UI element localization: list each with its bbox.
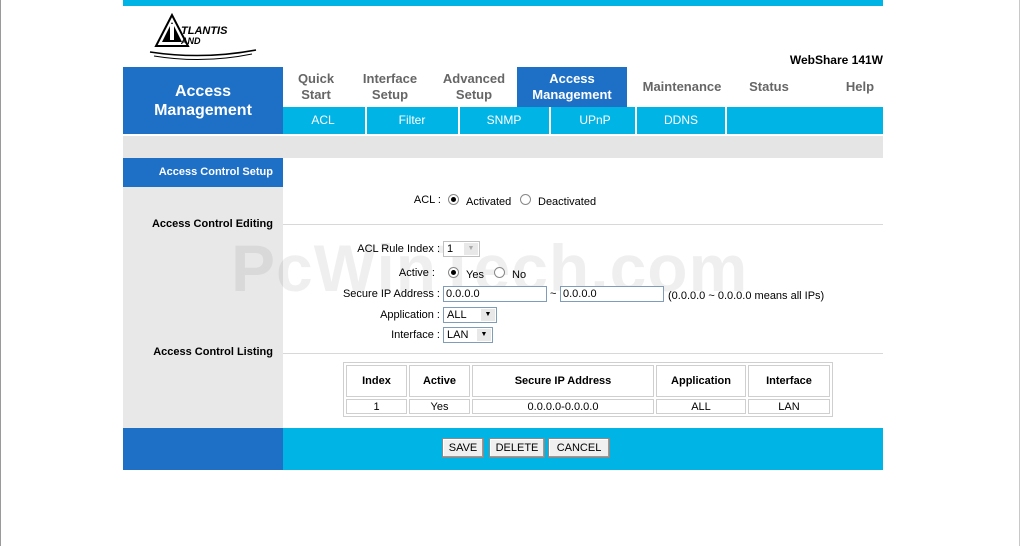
cancel-button[interactable]: CANCEL — [548, 438, 610, 458]
active-label: Active : — [398, 267, 435, 279]
ip-range-hint: (0.0.0.0 ~ 0.0.0.0 means all IPs) — [668, 290, 825, 302]
subtab-ddns[interactable]: DDNS — [637, 107, 725, 134]
tab-label: Quick — [297, 71, 335, 86]
main-navigation: Access Management Quick Start Interface Se… — [123, 67, 883, 134]
tab-label: Access — [549, 71, 595, 86]
section-title-line1: Access — [174, 82, 232, 100]
tab-label: Start — [301, 87, 331, 102]
acl-deactivated-label: Deactivated — [538, 196, 597, 208]
tab-interface-setup[interactable]: Interface Setup — [349, 67, 431, 107]
chevron-down-icon: ▼ — [464, 243, 478, 255]
subtab-acl[interactable]: ACL — [283, 107, 363, 134]
tab-label: Advanced — [442, 71, 506, 86]
window-left-border — [0, 0, 1, 546]
table-header-row: Index Active Secure IP Address Applicati… — [346, 365, 830, 397]
tab-advanced-setup[interactable]: Advanced Setup — [431, 67, 517, 107]
tab-access-management[interactable]: Access Management — [517, 67, 627, 107]
tab-label: Management — [532, 87, 612, 102]
grey-spacer — [123, 136, 883, 158]
section-heading-listing: Access Control Listing — [153, 346, 273, 358]
rule-index-select[interactable]: 1 ▼ — [443, 241, 480, 257]
divider — [283, 224, 883, 225]
top-tabs: Quick Start Interface Setup Advanced Setup … — [283, 67, 883, 107]
acl-listing-table: Index Active Secure IP Address Applicati… — [343, 362, 833, 417]
subtab-divider — [725, 107, 727, 134]
sub-tabs: ACL Filter SNMP UPnP DDNS — [283, 107, 883, 134]
table-cell: Yes — [409, 399, 470, 414]
tab-label: Interface — [362, 71, 418, 86]
tab-label: Setup — [455, 87, 493, 102]
table-cell: 1 — [346, 399, 407, 414]
window-right-border — [1019, 0, 1020, 546]
ip-end-input[interactable]: 0.0.0.0 — [560, 286, 664, 302]
tab-label: Status — [749, 79, 789, 94]
section-heading-editing: Access Control Editing — [151, 218, 273, 230]
subtab-filter[interactable]: Filter — [367, 107, 457, 134]
application-select[interactable]: ALL ▼ — [443, 307, 497, 323]
rule-index-value: 1 — [447, 243, 454, 255]
tab-label: Maintenance — [642, 79, 722, 94]
active-no-radio[interactable] — [494, 267, 505, 278]
chevron-down-icon: ▼ — [477, 329, 491, 341]
tab-status[interactable]: Status — [737, 67, 801, 107]
column-header: Active — [409, 365, 470, 397]
footer-left-panel — [123, 428, 283, 470]
current-section-title: Access Management — [123, 67, 283, 134]
acl-activated-radio[interactable] — [448, 194, 459, 205]
tab-quick-start[interactable]: Quick Start — [283, 67, 349, 107]
chevron-down-icon: ▼ — [481, 309, 495, 321]
column-header: Index — [346, 365, 407, 397]
tab-label: Setup — [371, 87, 409, 102]
header: TLANTIS AND WebShare 141W — [123, 6, 883, 67]
application-label: Application : — [380, 309, 440, 321]
content-area: Access Control Setup Access Control Edit… — [123, 158, 883, 428]
subtab-upnp[interactable]: UPnP — [551, 107, 639, 134]
active-yes-label: Yes — [466, 269, 484, 281]
footer-bar: SAVE DELETE CANCEL — [123, 428, 883, 470]
active-yes-radio[interactable] — [448, 267, 459, 278]
section-title-line2: Management — [154, 101, 252, 119]
acl-deactivated-radio[interactable] — [520, 194, 531, 205]
atlantis-logo: TLANTIS AND — [149, 12, 257, 61]
tab-label: Help — [845, 79, 875, 94]
acl-activated-label: Activated — [466, 196, 512, 208]
column-header: Interface — [748, 365, 830, 397]
table-cell: 0.0.0.0-0.0.0.0 — [472, 399, 654, 414]
router-admin-page: TLANTIS AND WebShare 141W Access Managem… — [123, 0, 883, 470]
column-header: Application — [656, 365, 746, 397]
tab-maintenance[interactable]: Maintenance — [627, 67, 737, 107]
ip-start-input[interactable]: 0.0.0.0 — [443, 286, 547, 302]
footer-button-panel: SAVE DELETE CANCEL — [283, 428, 883, 470]
table-cell: LAN — [748, 399, 830, 414]
application-value: ALL — [447, 309, 467, 321]
svg-text:AND: AND — [180, 36, 201, 46]
divider — [283, 353, 883, 354]
ip-range-separator: ~ — [550, 288, 557, 300]
model-name: WebShare 141W — [789, 53, 883, 67]
delete-button[interactable]: DELETE — [489, 438, 545, 458]
rule-index-label: ACL Rule Index : — [357, 243, 440, 255]
table-row[interactable]: 1 Yes 0.0.0.0-0.0.0.0 ALL LAN — [346, 399, 830, 414]
interface-value: LAN — [447, 329, 469, 341]
acl-label: ACL : — [413, 194, 441, 206]
secure-ip-label: Secure IP Address : — [342, 288, 440, 300]
active-no-label: No — [512, 269, 527, 281]
save-button[interactable]: SAVE — [442, 438, 484, 458]
section-heading-setup: Access Control Setup — [123, 158, 283, 187]
table-cell: ALL — [656, 399, 746, 414]
subtab-snmp[interactable]: SNMP — [460, 107, 548, 134]
interface-select[interactable]: LAN ▼ — [443, 327, 493, 343]
column-header: Secure IP Address — [472, 365, 654, 397]
interface-label: Interface : — [391, 329, 440, 341]
tab-help[interactable]: Help — [819, 67, 901, 107]
